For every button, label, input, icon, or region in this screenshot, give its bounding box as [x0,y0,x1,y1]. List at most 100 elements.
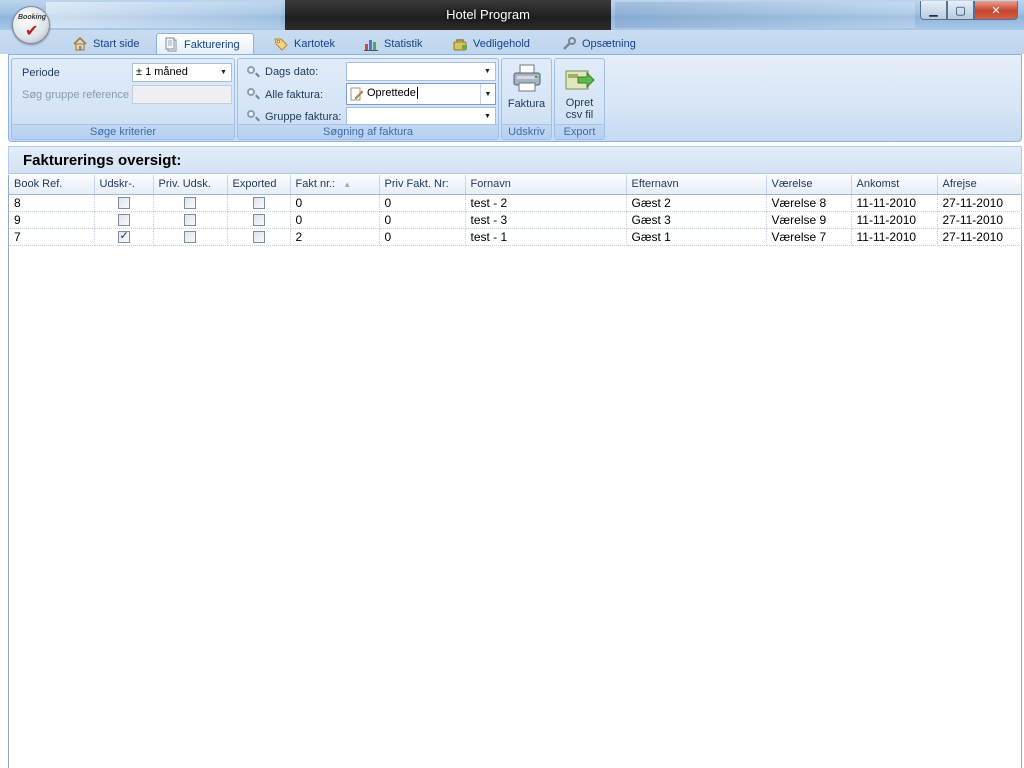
printer-icon [511,62,543,94]
title-bar-glass [46,2,281,28]
overview-header: Fakturerings oversigt: [8,146,1022,174]
minimize-button[interactable]: ▁ [920,1,947,20]
print-group-label: Udskriv [502,124,551,139]
checkmark-icon: ✔ [25,23,39,40]
ribbon-tab-strip: Start side Fakturering Kartotek Statisti… [0,30,1024,55]
gruppe-faktura-label: Gruppe faktura: [265,111,342,123]
dags-dato-label: Dags dato: [265,66,319,78]
tab-start-side[interactable]: Start side [66,33,145,54]
dags-dato-dropdown[interactable]: ▼ [346,62,496,81]
chevron-down-icon: ▼ [480,84,495,104]
chevron-down-icon: ▼ [220,69,227,76]
create-csv-label-line2: csv fil [565,109,594,121]
wrench-icon [561,36,577,52]
priv-udsk-checkbox[interactable] [184,197,196,210]
udskr-checkbox[interactable] [117,214,130,227]
export-group: Opret csv fil Export [554,58,605,140]
cell-udskr [94,228,154,246]
tab-label: Start side [93,37,140,50]
maximize-button[interactable]: ▢ [947,1,974,20]
udskr-checkbox[interactable] [117,197,130,210]
column-header-priv-fakt-nr[interactable]: Priv Fakt. Nr: [379,175,466,195]
window-title: Hotel Program [446,7,530,22]
tab-kartotek[interactable]: Kartotek [267,33,341,54]
cell-afrejse: 27-11-2010 [937,211,1022,229]
cell-udskr [94,211,154,229]
column-header-exported[interactable]: Exported [227,175,291,195]
cell-book-ref: 9 [9,211,95,229]
home-icon [72,36,88,52]
periode-value: ± 1 måned [136,66,188,78]
search-icon [246,109,260,123]
column-header-afrejse[interactable]: Afrejse [937,175,1022,195]
column-header-priv-udsk[interactable]: Priv. Udsk. [153,175,228,195]
close-button[interactable]: ✕ [974,1,1018,20]
cell-fakt-nr: 0 [290,194,380,212]
table-row[interactable]: 8 0 0 test - 2 Gæst 2 Værelse 8 11-11-20… [9,194,1022,212]
export-arrow-icon [564,67,596,95]
column-header-ankomst[interactable]: Ankomst [851,175,938,195]
window-controls: ▁ ▢ ✕ [920,1,1018,20]
invoice-search-group: Dags dato: ▼ Alle faktura: Oprettede ▼ G… [237,58,499,140]
tab-fakturering[interactable]: Fakturering [156,33,254,55]
faktura-print-button[interactable]: Faktura [504,62,549,110]
tab-opsaetning[interactable]: Opsætning [555,33,642,54]
table-row[interactable]: 9 0 0 test - 3 Gæst 3 Værelse 9 11-11-20… [9,211,1022,229]
chevron-down-icon: ▼ [484,68,491,75]
cell-priv-udsk [153,194,228,212]
udskr-checkbox[interactable] [117,229,130,244]
edit-document-icon [350,87,364,101]
tab-vedligehold[interactable]: Vedligehold [446,33,536,54]
cell-efternavn: Gæst 2 [626,194,767,212]
overview-title: Fakturerings oversigt: [23,152,182,169]
column-header-vaerelse[interactable]: Værelse [766,175,852,195]
alle-faktura-value: Oprettede [367,87,416,99]
cell-vaerelse: Værelse 8 [766,194,852,212]
export-group-label: Export [555,124,604,139]
cell-efternavn: Gæst 3 [626,211,767,229]
title-bar[interactable]: Hotel Program ▁ ▢ ✕ [0,0,1024,30]
column-header-label: Fakt nr.: [295,178,336,191]
invoice-grid: Book Ref. Udskr-. Priv. Udsk. Exported F… [8,175,1022,768]
column-header-udskr[interactable]: Udskr-. [94,175,154,195]
tab-label: Vedligehold [473,37,530,50]
alle-faktura-label: Alle faktura: [265,89,324,101]
group-reference-input[interactable] [132,85,232,104]
tab-label: Fakturering [184,38,240,51]
cell-exported [227,228,291,246]
exported-checkbox[interactable] [252,197,265,210]
document-icon [163,37,179,53]
bag-icon [452,36,468,52]
cell-efternavn: Gæst 1 [626,228,767,246]
text-caret [416,87,418,99]
priv-udsk-checkbox[interactable] [184,231,196,244]
table-header-row: Book Ref. Udskr-. Priv. Udsk. Exported F… [9,175,1022,195]
tab-label: Kartotek [294,37,335,50]
table-row[interactable]: 7 2 0 test - 1 Gæst 1 Værelse 7 11-11-20… [9,228,1022,246]
exported-checkbox[interactable] [252,231,265,244]
booking-logo-icon: Booking [18,14,46,21]
tab-statistik[interactable]: Statistik [357,33,429,54]
print-group: Faktura Udskriv [501,58,552,140]
invoice-table: Book Ref. Udskr-. Priv. Udsk. Exported F… [9,175,1022,246]
column-header-book-ref[interactable]: Book Ref. [9,175,95,195]
create-csv-label-line1: Opret [565,97,594,109]
cell-ankomst: 11-11-2010 [851,228,938,246]
column-header-fakt-nr[interactable]: Fakt nr.: ▲ [290,175,380,195]
cell-priv-udsk [153,228,228,246]
tab-label: Statistik [384,37,423,50]
chart-icon [363,36,379,52]
cell-priv-fakt-nr: 0 [379,228,466,246]
application-menu-button[interactable]: Booking ✔ [12,6,50,44]
create-csv-button[interactable]: Opret csv fil [557,67,602,121]
column-header-efternavn[interactable]: Efternavn [626,175,767,195]
priv-udsk-checkbox[interactable] [184,214,196,227]
periode-dropdown[interactable]: ± 1 måned ▼ [132,63,232,82]
cell-priv-fakt-nr: 0 [379,211,466,229]
invoice-search-group-label: Søgning af faktura [238,124,498,139]
alle-faktura-dropdown[interactable]: Oprettede ▼ [346,83,496,105]
column-header-fornavn[interactable]: Fornavn [465,175,627,195]
exported-checkbox[interactable] [252,214,265,227]
tab-label: Opsætning [582,37,636,50]
cell-ankomst: 11-11-2010 [851,194,938,212]
